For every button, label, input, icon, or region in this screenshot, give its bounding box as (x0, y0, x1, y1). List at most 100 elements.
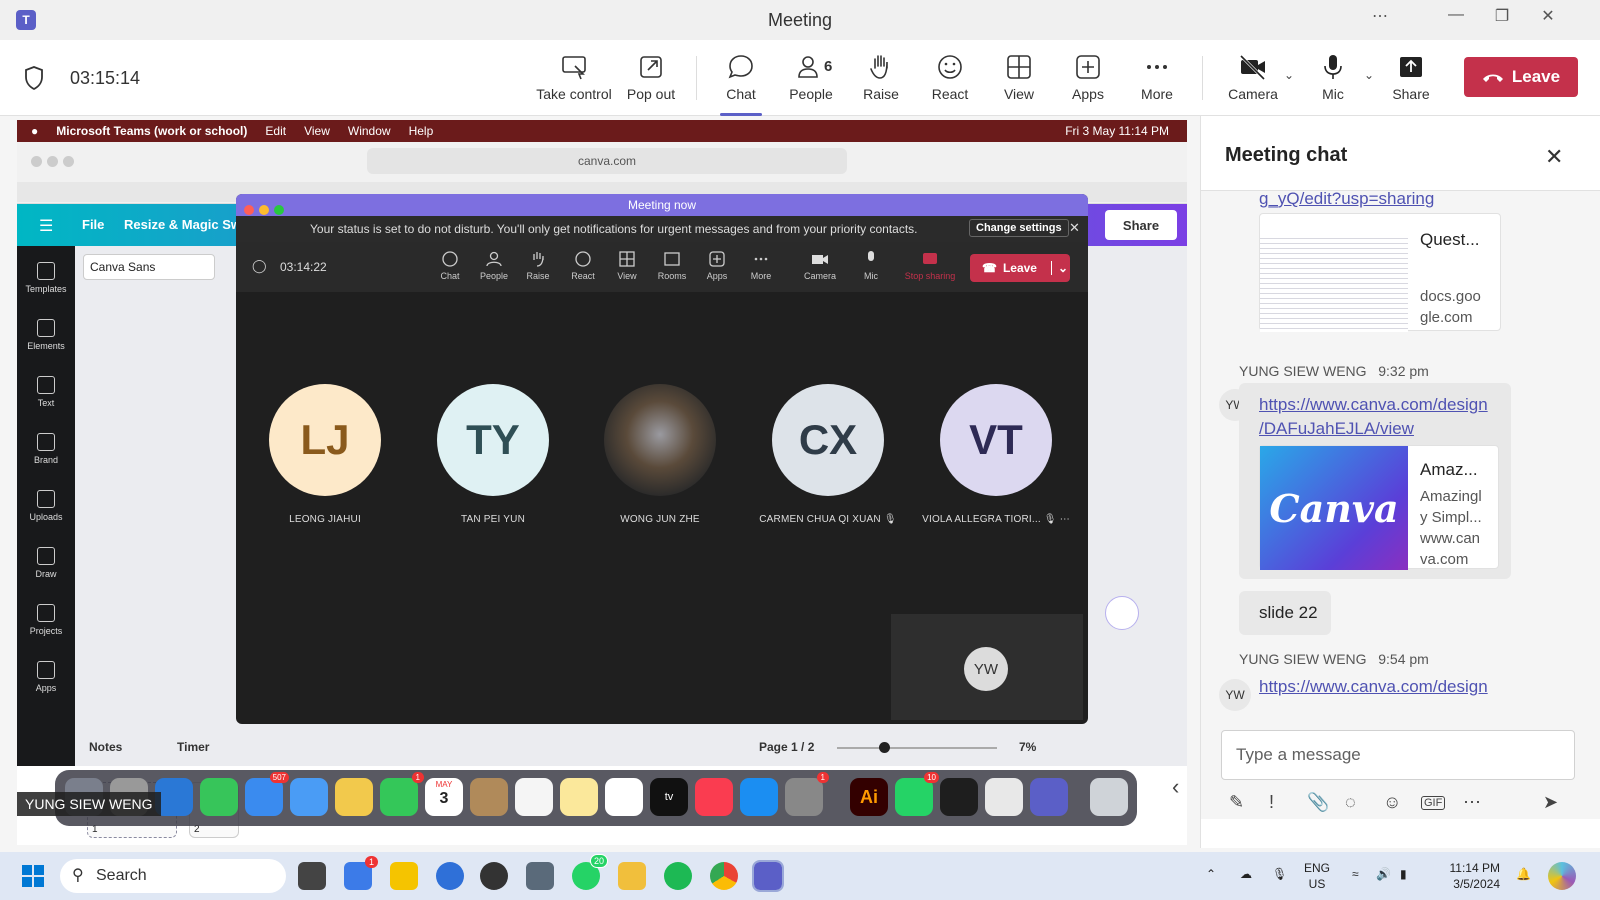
language-indicator[interactable]: ENG US (1304, 860, 1330, 892)
format-icon[interactable]: ✎ (1229, 792, 1244, 813)
smile-icon (575, 251, 591, 267)
chat-link[interactable]: https://www.canva.com/design/DAFuJahEJLA… (1259, 393, 1488, 441)
take-control-button[interactable]: Take control (536, 50, 612, 110)
grid-view-icon (619, 251, 635, 267)
taskbar-search[interactable]: ⚲ Search (60, 859, 286, 893)
chat-button[interactable]: Chat (706, 50, 776, 116)
dock-photos-icon (335, 778, 373, 816)
chat-link[interactable]: g_yQ/edit?usp=sharing (1259, 191, 1434, 209)
more-options-icon[interactable]: ⋯ (1463, 792, 1481, 813)
chat-icon (728, 55, 753, 79)
browser-window-controls (31, 154, 79, 172)
mac-menu-edit: Edit (265, 124, 287, 138)
pop-out-icon (640, 56, 662, 78)
wifi-icon[interactable]: ≈ (1352, 866, 1359, 882)
chat-message-list[interactable]: g_yQ/edit?usp=sharing Quest... docs.goo … (1201, 191, 1600, 819)
shared-camera-button: Camera (798, 248, 842, 281)
send-icon[interactable]: ➤ (1543, 792, 1558, 813)
shared-meeting-title: Meeting now (627, 198, 697, 212)
canva-zoom-slider (837, 747, 997, 749)
message-input[interactable]: Type a message (1221, 730, 1575, 780)
windows-start-icon[interactable] (22, 865, 44, 887)
shared-more-button: More (739, 248, 783, 281)
camera-options-chevron-icon[interactable]: ⌄ (1284, 68, 1294, 82)
hang-up-icon (1482, 74, 1503, 82)
emoji-icon[interactable]: ☺ (1383, 792, 1401, 813)
react-button[interactable]: React (915, 50, 985, 110)
leave-button[interactable]: Leave (1464, 57, 1578, 97)
attach-icon[interactable]: 📎 (1307, 792, 1329, 813)
raise-hand-icon (870, 55, 888, 79)
mac-menu-help: Help (408, 124, 434, 138)
message-sender: YUNG SIEW WENG 9:54 pm (1239, 651, 1429, 667)
raise-hand-icon (533, 252, 544, 267)
volume-icon[interactable]: 🔊 (1376, 866, 1391, 882)
mic-options-chevron-icon[interactable]: ⌄ (1364, 68, 1374, 82)
canva-side-templates: Templates (17, 262, 75, 294)
participant-tile: LJ LEONG JIAHUI (245, 384, 405, 525)
link-preview-card[interactable]: Quest... docs.goo gle.com (1259, 213, 1501, 332)
shared-react-button: React (561, 248, 605, 281)
close-window-button[interactable]: ✕ (1528, 6, 1568, 26)
taskbar-app-icon[interactable] (480, 862, 508, 890)
taskbar-calculator-icon[interactable] (526, 862, 554, 890)
avatar: TY (437, 384, 549, 496)
meeting-chat-panel: Meeting chat ✕ g_yQ/edit?usp=sharing Que… (1200, 116, 1600, 848)
restore-button[interactable]: ❐ (1482, 6, 1522, 26)
taskbar-weather-icon[interactable]: 1 (344, 856, 378, 890)
mac-menu-window: Window (347, 124, 391, 138)
copilot-icon[interactable] (1548, 862, 1576, 890)
canva-page-indicator: Page 1 / 2 (759, 740, 815, 754)
taskbar-spotify-icon[interactable] (664, 862, 692, 890)
cloud-offline-icon[interactable]: ☁ (1240, 866, 1252, 882)
participant-tile: WONG JUN ZHE (580, 384, 740, 525)
taskbar-task-view-icon[interactable] (298, 862, 326, 890)
shield-icon: ◯ (252, 258, 267, 273)
people-button[interactable]: 6 People (776, 50, 846, 110)
shared-chat-button: Chat (428, 248, 472, 281)
link-preview-card[interactable]: Canva Amaz... Amazingl y Simpl... www.can v… (1259, 445, 1499, 570)
apps-button[interactable]: Apps (1053, 50, 1123, 110)
more-options-icon[interactable]: ⋯ (1360, 6, 1400, 26)
notification-bell-icon[interactable]: 🔔 (1516, 866, 1531, 882)
mac-menu-view: View (304, 124, 330, 138)
canva-menu-icon: ☰ (39, 218, 54, 235)
system-clock[interactable]: 11:14 PM 3/5/2024 (1430, 860, 1500, 892)
show-hidden-icons-chevron-icon[interactable]: ⌃ (1206, 866, 1216, 882)
share-button[interactable]: Share (1376, 50, 1446, 110)
avatar-photo (604, 384, 716, 496)
message-bubble: https://www.canva.com/design/DAFuJahEJLA… (1239, 383, 1511, 579)
pop-out-button[interactable]: Pop out (616, 50, 686, 110)
share-screen-icon (1400, 57, 1422, 77)
camera-off-icon (1239, 54, 1266, 81)
close-chat-button[interactable]: ✕ (1545, 144, 1563, 170)
collapse-chevron-icon[interactable]: ‹ (1172, 774, 1179, 800)
view-button[interactable]: View (984, 50, 1054, 110)
shared-view-button: View (605, 248, 649, 281)
taskbar-sticky-notes-icon[interactable] (390, 862, 418, 890)
chat-link[interactable]: https://www.canva.com/design (1259, 677, 1488, 697)
taskbar-chrome-icon[interactable] (710, 862, 738, 890)
taskbar-file-explorer-icon[interactable] (618, 862, 646, 890)
more-button[interactable]: More (1122, 50, 1192, 110)
dock-settings-icon: 1 (785, 772, 829, 816)
muted-mic-icon: 🎙 (1043, 514, 1057, 525)
add-app-icon (1076, 55, 1100, 79)
loop-icon[interactable]: ◌ (1345, 792, 1356, 813)
change-settings-button: Change settings (969, 219, 1069, 237)
battery-icon[interactable]: ▮ (1400, 866, 1407, 882)
shared-meeting-window: Meeting now Your status is set to do not… (236, 194, 1088, 724)
canva-side-draw: Draw (17, 547, 75, 579)
raise-hand-button[interactable]: Raise (846, 50, 916, 110)
mic-button[interactable]: Mic (1298, 50, 1368, 110)
camera-button[interactable]: Camera (1218, 50, 1288, 110)
taskbar-whatsapp-icon[interactable]: 20 (572, 854, 608, 890)
taskbar-teams-icon[interactable] (752, 860, 784, 892)
muted-mic-icon: 🎙 (883, 514, 897, 525)
microphone-tray-icon[interactable]: 🎙 (1272, 866, 1287, 882)
minimize-button[interactable]: — (1436, 6, 1476, 24)
gif-icon[interactable]: GIF (1421, 796, 1446, 810)
taskbar-sync-icon[interactable] (436, 862, 464, 890)
priority-icon[interactable]: ! (1269, 792, 1274, 813)
doc-preview-thumbnail (1260, 234, 1408, 332)
